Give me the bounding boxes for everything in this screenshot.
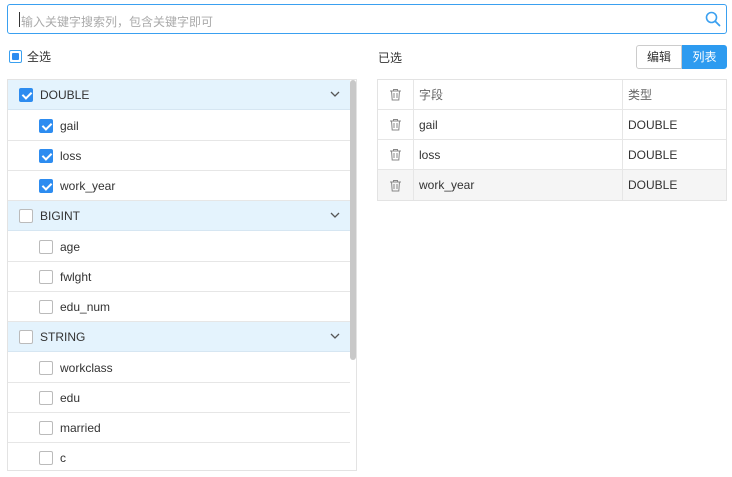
search-icon[interactable] [705,11,721,27]
trash-cell[interactable] [378,170,414,200]
list-item[interactable]: work_year [8,171,350,201]
group-checkbox[interactable] [19,329,33,344]
trash-icon[interactable] [389,88,402,101]
list-item[interactable]: workclass [8,353,350,383]
list-item[interactable]: edu [8,383,350,413]
item-label: edu_num [60,299,111,314]
group-label: STRING [40,329,86,344]
group-header-2[interactable]: STRING [8,322,350,352]
selected-table: 字段 类型 gail DOUBLE loss DOUBLE work_year … [377,79,727,201]
view-toggle: 编辑 列表 [636,45,727,69]
table-header: 字段 类型 [378,80,726,110]
item-checkbox[interactable] [39,420,53,435]
table-row: loss DOUBLE [378,140,726,170]
item-checkbox[interactable] [39,360,53,375]
search-input[interactable]: 输入关键字搜索列，包含关键字即可 [21,13,213,30]
column-list-panel: DOUBLE gail loss work_year BIGINT age fwlght ed… [7,79,357,471]
trash-cell[interactable] [378,110,414,139]
list-item[interactable]: c [8,443,350,470]
row-type: DOUBLE [628,117,678,132]
list-item[interactable]: fwlght [8,262,350,292]
chevron-down-icon[interactable] [330,212,340,219]
table-row: work_year DOUBLE [378,170,726,200]
row-field: loss [414,140,623,169]
group-checkbox[interactable] [19,87,33,102]
group-header-1[interactable]: BIGINT [8,201,350,231]
header-field: 字段 [414,80,623,109]
list-item[interactable]: married [8,413,350,443]
list-item[interactable]: edu_num [8,292,350,322]
row-field: gail [414,110,623,139]
item-checkbox[interactable] [39,299,53,314]
item-checkbox[interactable] [39,148,53,163]
chevron-down-icon[interactable] [330,91,340,98]
item-checkbox[interactable] [39,178,53,193]
list-item[interactable]: gail [8,111,350,141]
list-item[interactable]: age [8,232,350,262]
item-label: work_year [60,178,116,193]
trash-icon[interactable] [389,118,402,131]
scrollbar[interactable] [350,80,356,360]
list-view-button[interactable]: 列表 [682,45,727,69]
trash-icon[interactable] [389,179,402,192]
select-all-checkbox[interactable]: 全选 [9,48,51,64]
select-all-box[interactable] [9,49,22,63]
select-all-label: 全选 [27,49,52,64]
item-checkbox[interactable] [39,239,53,254]
item-label: fwlght [60,269,92,284]
row-type: DOUBLE [628,178,678,192]
table-row: gail DOUBLE [378,110,726,140]
group-label: BIGINT [40,208,81,223]
item-label: loss [60,148,82,163]
group-label: DOUBLE [40,87,90,102]
item-label: c [60,450,66,465]
item-label: age [60,239,81,254]
group-checkbox[interactable] [19,208,33,223]
row-field: work_year [414,170,623,200]
item-checkbox[interactable] [39,269,53,284]
header-trash-cell [378,80,414,109]
item-checkbox[interactable] [39,118,53,133]
search-bar[interactable]: 输入关键字搜索列，包含关键字即可 [7,4,727,34]
chevron-down-icon[interactable] [330,333,340,340]
item-label: married [60,420,101,435]
trash-cell[interactable] [378,140,414,169]
row-type: DOUBLE [628,147,678,162]
group-header-0[interactable]: DOUBLE [8,80,350,110]
item-checkbox[interactable] [39,390,53,405]
text-caret [19,12,20,27]
edit-view-button[interactable]: 编辑 [636,45,682,69]
item-label: workclass [60,360,113,375]
header-type: 类型 [628,88,653,102]
trash-icon[interactable] [389,148,402,161]
selected-title: 已选 [378,51,403,65]
item-label: edu [60,390,81,405]
list-item[interactable]: loss [8,141,350,171]
item-label: gail [60,118,79,133]
item-checkbox[interactable] [39,450,53,465]
